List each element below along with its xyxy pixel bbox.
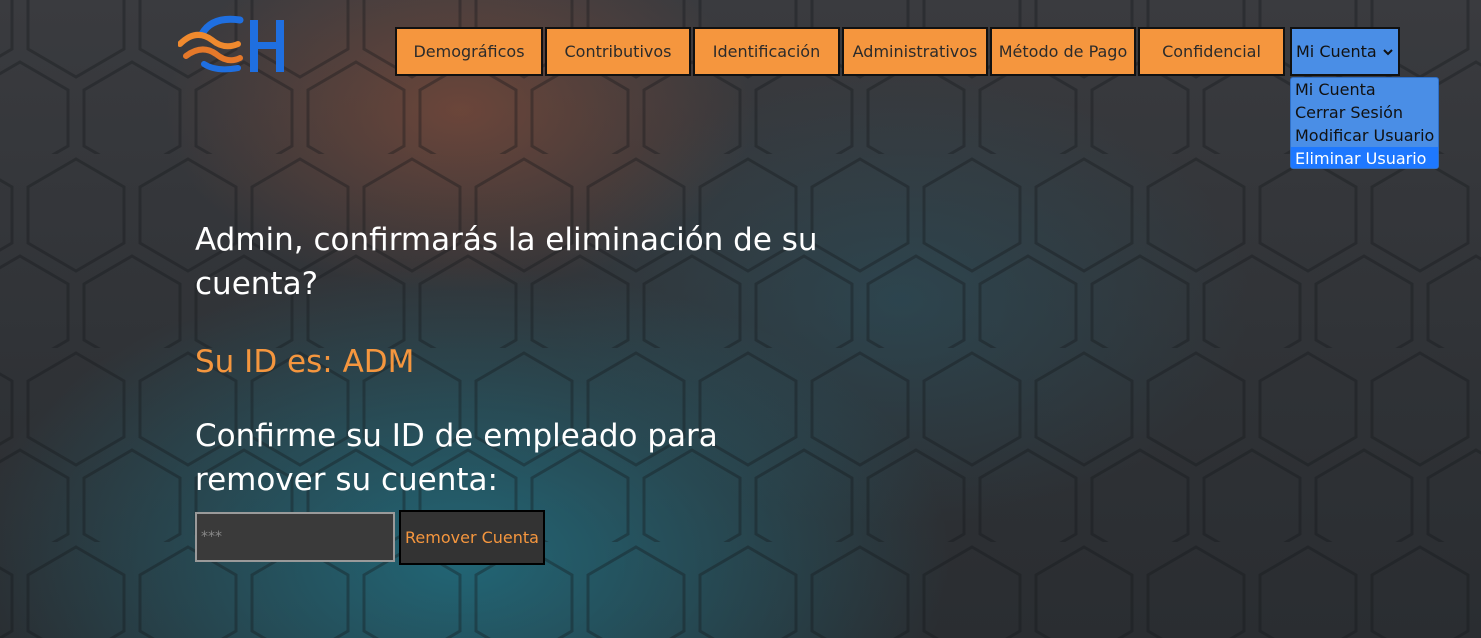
option-modificar-usuario[interactable]: Modificar Usuario <box>1291 124 1438 147</box>
option-eliminar-usuario[interactable]: Eliminar Usuario <box>1291 147 1438 168</box>
nav-demograficos[interactable]: Demográficos <box>395 27 543 76</box>
nav-identificacion[interactable]: Identificación <box>693 27 840 76</box>
confirm-form: Remover Cuenta <box>195 510 875 565</box>
account-select-value: Mi Cuenta <box>1296 42 1377 61</box>
nav-administrativos[interactable]: Administrativos <box>842 27 988 76</box>
confirm-question: Admin, confirmarás la eliminación de su … <box>195 222 818 302</box>
account-select[interactable]: Mi Cuenta <box>1290 27 1400 76</box>
delete-account-panel: Admin, confirmarás la eliminación de su … <box>195 218 875 565</box>
employee-id-input[interactable] <box>195 512 395 562</box>
option-mi-cuenta[interactable]: Mi Cuenta <box>1291 78 1438 101</box>
ch-logo <box>177 14 293 74</box>
chevron-down-icon <box>1383 45 1393 59</box>
remove-account-button[interactable]: Remover Cuenta <box>399 510 545 565</box>
confirm-prompt: Confirme su ID de empleado para remover … <box>195 418 718 498</box>
user-id-label: Su ID es: ADM <box>195 344 415 380</box>
nav-metodo-de-pago[interactable]: Método de Pago <box>990 27 1136 76</box>
nav-confidencial[interactable]: Confidencial <box>1138 27 1285 76</box>
option-cerrar-sesion[interactable]: Cerrar Sesión <box>1291 101 1438 124</box>
nav-contributivos[interactable]: Contributivos <box>545 27 691 76</box>
account-dropdown: Mi Cuenta Cerrar Sesión Modificar Usuari… <box>1290 77 1439 169</box>
main-nav: Demográficos Contributivos Identificació… <box>395 27 1287 76</box>
